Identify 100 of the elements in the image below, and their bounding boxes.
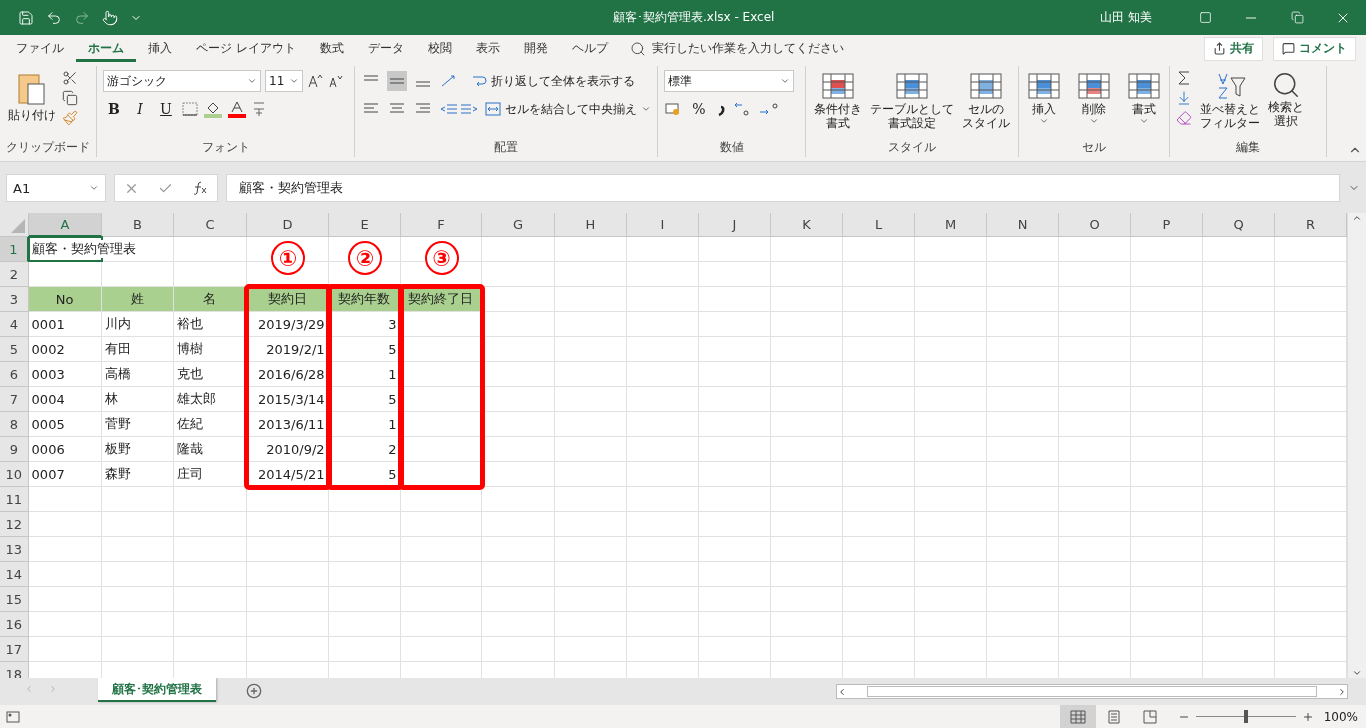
sheet-tab[interactable]: 顧客･契約管理表 (98, 678, 216, 702)
zoom-slider[interactable] (1243, 710, 1248, 723)
copy-icon[interactable] (62, 90, 78, 106)
number-format-field[interactable]: 標準 (664, 70, 794, 92)
menu-tab[interactable]: ページ レイアウト (184, 35, 308, 62)
scroll-right-icon[interactable] (1337, 686, 1347, 697)
row-header[interactable]: 13 (0, 537, 29, 562)
save-icon[interactable] (18, 9, 34, 26)
column-header[interactable]: L (843, 213, 915, 237)
row-header[interactable]: 15 (0, 587, 29, 612)
paste-button[interactable]: 貼り付け (6, 70, 58, 122)
row-header[interactable]: 1 (0, 237, 29, 262)
fill-color-icon[interactable] (203, 100, 223, 118)
share-button[interactable]: 共有 (1204, 36, 1263, 61)
zoom-in-icon[interactable] (1301, 710, 1314, 723)
style-button[interactable]: セルの スタイル (960, 70, 1012, 130)
font-name-field[interactable]: 游ゴシック (103, 70, 261, 92)
column-header[interactable]: I (627, 213, 699, 237)
style-button[interactable]: テーブルとして 書式設定 (868, 70, 956, 130)
font-style-button[interactable]: B (103, 98, 125, 120)
column-header[interactable]: A (29, 213, 102, 237)
cell-button[interactable]: 挿入 (1025, 70, 1063, 126)
column-header[interactable]: N (987, 213, 1059, 237)
column-header[interactable]: R (1275, 213, 1347, 237)
shrink-font-icon[interactable] (327, 73, 343, 89)
scroll-down-icon[interactable] (1352, 668, 1362, 678)
edit-button[interactable]: 並べ替えと フィルター (1198, 70, 1262, 130)
wrap-text-button[interactable]: 折り返して全体を表示する (471, 70, 635, 92)
redo-icon[interactable] (74, 9, 90, 26)
column-header[interactable]: C (174, 213, 247, 237)
row-header[interactable]: 4 (0, 312, 29, 337)
column-header[interactable]: F (401, 213, 482, 237)
menu-tab[interactable]: 校閲 (415, 35, 464, 62)
menu-tab[interactable]: ファイル (4, 35, 76, 62)
function-icon[interactable] (191, 181, 208, 195)
row-header[interactable]: 9 (0, 437, 29, 462)
comment-button[interactable]: コメント (1273, 36, 1356, 61)
style-button[interactable]: 条件付き 書式 (812, 70, 864, 130)
merge-center-button[interactable]: セルを結合して中央揃え (485, 98, 651, 120)
column-header[interactable]: H (555, 213, 627, 237)
new-sheet-icon[interactable] (246, 683, 262, 699)
horizontal-scrollbar[interactable] (836, 684, 1348, 699)
menu-tab[interactable]: 表示 (463, 35, 512, 62)
tell-me-field[interactable]: 実行したい作業を入力してください (651, 40, 844, 57)
column-header[interactable]: O (1059, 213, 1131, 237)
grow-font-icon[interactable] (307, 73, 323, 89)
format-painter-icon[interactable] (62, 110, 78, 126)
scroll-up-icon[interactable] (1352, 213, 1362, 223)
percent-button[interactable]: % (688, 98, 710, 120)
row-header[interactable]: 11 (0, 487, 29, 512)
row-header[interactable]: 7 (0, 387, 29, 412)
scroll-left-icon[interactable] (837, 686, 847, 697)
menu-tab[interactable]: 開発 (511, 35, 560, 62)
restore-icon[interactable] (1290, 11, 1304, 24)
row-header[interactable]: 8 (0, 412, 29, 437)
menu-tab[interactable]: ヘルプ (559, 35, 620, 62)
name-box[interactable]: A1 (6, 174, 106, 202)
row-header[interactable]: 17 (0, 637, 29, 662)
currency-icon[interactable] (664, 101, 682, 117)
undo-icon[interactable] (46, 9, 62, 26)
column-header[interactable]: J (699, 213, 771, 237)
row-header[interactable]: 2 (0, 262, 29, 287)
menu-tab[interactable]: 挿入 (136, 35, 184, 62)
search-icon[interactable] (629, 40, 646, 57)
row-header[interactable]: 6 (0, 362, 29, 387)
menu-tab[interactable]: データ (355, 35, 416, 62)
eraser-icon[interactable] (1176, 110, 1192, 126)
row-header[interactable]: 14 (0, 562, 29, 587)
column-header[interactable]: M (915, 213, 987, 237)
column-header[interactable]: G (482, 213, 555, 237)
column-header[interactable]: K (771, 213, 843, 237)
macro-icon[interactable] (6, 710, 20, 723)
font-color-icon[interactable] (227, 100, 247, 118)
column-header[interactable]: D (247, 213, 329, 237)
row-header[interactable]: 5 (0, 337, 29, 362)
align-icon[interactable] (387, 71, 407, 91)
row-header[interactable]: 18 (0, 662, 29, 678)
cell-button[interactable]: 削除 (1075, 70, 1113, 126)
column-header[interactable]: B (102, 213, 174, 237)
row-header[interactable]: 12 (0, 512, 29, 537)
view-button[interactable] (1059, 705, 1096, 728)
cell-button[interactable]: 書式 (1125, 70, 1163, 126)
column-header[interactable]: E (329, 213, 401, 237)
row-header[interactable]: 16 (0, 612, 29, 637)
ribbon-display-icon[interactable] (1198, 11, 1212, 24)
menu-tab[interactable]: 数式 (307, 35, 356, 62)
font-style-button[interactable]: I (129, 98, 151, 120)
touch-mode-icon[interactable] (102, 9, 118, 26)
cut-icon[interactable] (62, 70, 78, 86)
phonetic-icon[interactable] (251, 100, 267, 118)
row-header[interactable]: 10 (0, 462, 29, 487)
edit-button[interactable]: 検索と 選択 (1266, 70, 1306, 128)
column-header[interactable]: Q (1203, 213, 1275, 237)
column-header[interactable]: P (1131, 213, 1203, 237)
font-style-button[interactable]: U (155, 98, 177, 120)
font-size-field[interactable]: 11 (265, 70, 303, 92)
menu-tab[interactable]: ホーム (76, 35, 136, 62)
formula-field[interactable]: 顧客・契約管理表 (226, 174, 1340, 202)
row-header[interactable]: 3 (0, 287, 29, 312)
borders-icon[interactable] (181, 101, 199, 117)
